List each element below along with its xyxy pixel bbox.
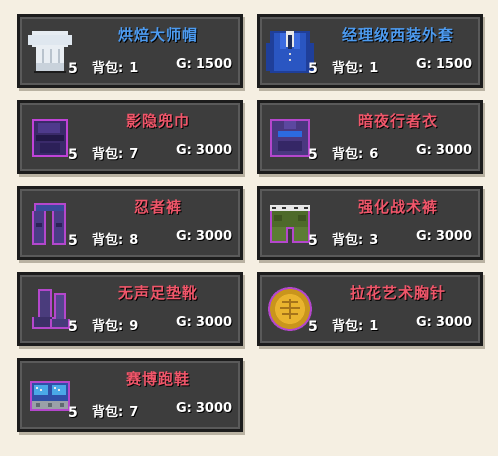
item-name: 暗夜行者衣	[357, 112, 438, 130]
gold-price: G: 3000	[176, 315, 233, 330]
item-card[interactable]: 5 无声足垫靴 背包: 9 G: 3000	[17, 272, 243, 346]
item-card[interactable]: 5 强化战术裤 背包: 3 G: 3000	[257, 186, 483, 260]
item-quantity: 5	[68, 405, 78, 421]
bag-count: 背包: 7	[92, 405, 139, 420]
item-name: 影隐兜巾	[125, 112, 190, 130]
item-quantity: 5	[308, 319, 318, 335]
item-name: 无声足垫靴	[117, 284, 198, 302]
item-name: 赛博跑鞋	[125, 370, 190, 388]
bag-count: 背包: 6	[332, 147, 379, 162]
gold-price: G: 3000	[176, 143, 233, 158]
item-card[interactable]: 5 拉花艺术胸针 背包: 1 G: 3000	[257, 272, 483, 346]
gold-price: G: 3000	[416, 143, 473, 158]
item-card[interactable]: 5 烘焙大师帽 背包: 1 G: 1500	[17, 14, 243, 88]
item-card[interactable]: 5 赛博跑鞋 背包: 7 G: 3000	[17, 358, 243, 432]
item-card[interactable]: 5 影隐兜巾 背包: 7 G: 3000	[17, 100, 243, 174]
bag-count: 背包: 8	[92, 233, 139, 248]
item-quantity: 5	[68, 147, 78, 163]
bag-count: 背包: 1	[92, 61, 139, 76]
item-card[interactable]: 5 忍者裤 背包: 8 G: 3000	[17, 186, 243, 260]
gold-price: G: 3000	[416, 315, 473, 330]
bag-count: 背包: 9	[92, 319, 139, 334]
bag-count: 背包: 1	[332, 61, 379, 76]
item-quantity: 5	[68, 319, 78, 335]
item-name: 强化战术裤	[357, 198, 438, 216]
gold-price: G: 3000	[176, 229, 233, 244]
bag-count: 背包: 3	[332, 233, 379, 248]
item-quantity: 5	[308, 233, 318, 249]
item-card[interactable]: 5 暗夜行者衣 背包: 6 G: 3000	[257, 100, 483, 174]
item-quantity: 5	[68, 61, 78, 77]
gold-price: G: 1500	[176, 57, 233, 72]
bag-count: 背包: 7	[92, 147, 139, 162]
item-quantity: 5	[308, 61, 318, 77]
item-name: 经理级西装外套	[341, 26, 454, 44]
gold-price: G: 3000	[416, 229, 473, 244]
item-quantity: 5	[68, 233, 78, 249]
gold-price: G: 3000	[176, 401, 233, 416]
item-name: 拉花艺术胸针	[349, 284, 446, 302]
item-card[interactable]: 5 经理级西装外套 背包: 1 G: 1500	[257, 14, 483, 88]
bag-count: 背包: 1	[332, 319, 379, 334]
gold-price: G: 1500	[416, 57, 473, 72]
item-quantity: 5	[308, 147, 318, 163]
item-name: 忍者裤	[133, 198, 182, 216]
item-name: 烘焙大师帽	[117, 26, 198, 44]
